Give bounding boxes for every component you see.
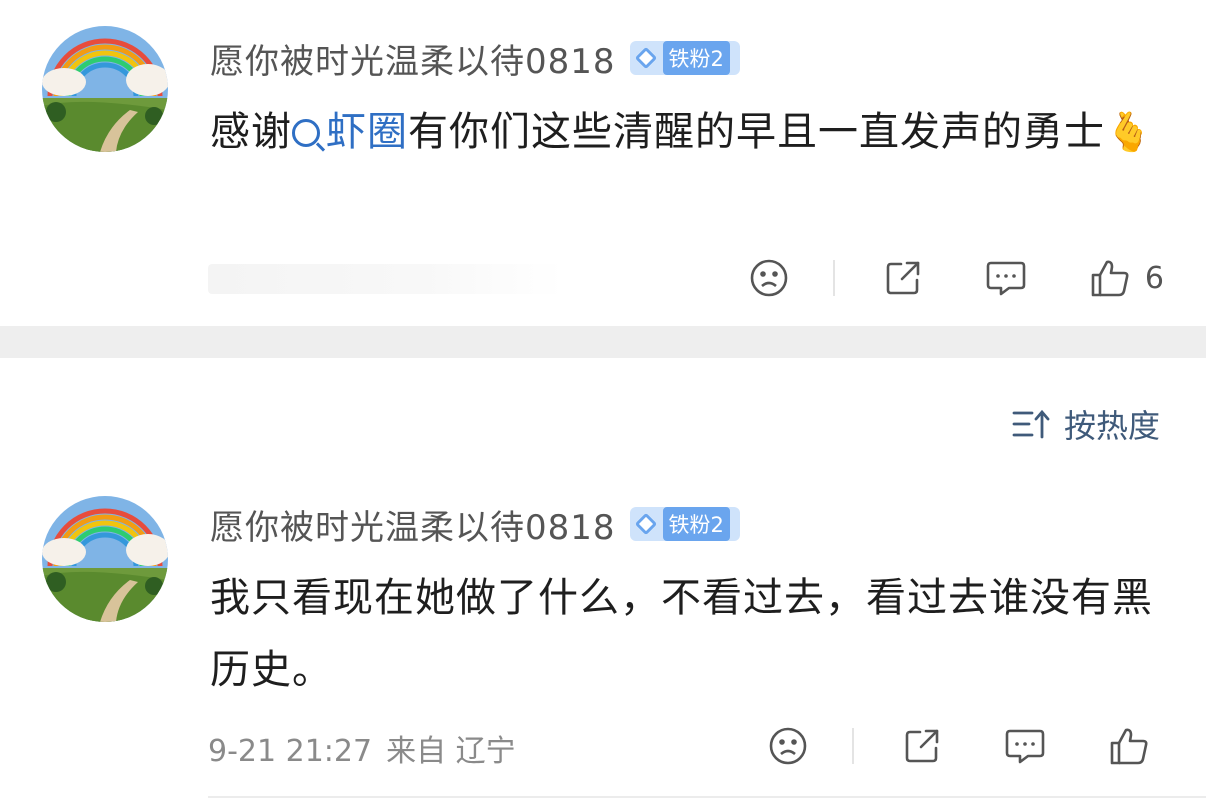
username[interactable]: 愿你被时光温柔以待0818 bbox=[210, 500, 616, 549]
comment-bubble-icon bbox=[986, 261, 1026, 296]
section-divider bbox=[0, 326, 1206, 358]
comment-text-before: 感谢 bbox=[210, 109, 292, 155]
thumbs-up-icon bbox=[1110, 728, 1148, 765]
comment-time: 9-21 21:27 bbox=[208, 734, 373, 769]
share-button[interactable] bbox=[883, 258, 923, 298]
topic-link-label: 虾圈 bbox=[326, 109, 408, 155]
finger-heart-emoji: 🫰 bbox=[1105, 110, 1154, 154]
fan-badge[interactable]: 铁粉2 bbox=[629, 41, 740, 75]
sad-face-icon bbox=[750, 259, 788, 297]
comment-source: 来自 辽宁 bbox=[386, 734, 516, 769]
action-divider bbox=[832, 260, 835, 296]
comment-text: 我只看现在她做了什么，不看过去，看过去谁没有黑历史。 bbox=[210, 575, 1153, 693]
sad-face-icon bbox=[769, 727, 807, 765]
share-icon bbox=[886, 261, 920, 295]
like-count: 6 bbox=[1144, 260, 1164, 296]
comment-bubble-icon bbox=[1005, 729, 1045, 764]
dislike-button[interactable] bbox=[768, 726, 808, 766]
avatar[interactable] bbox=[42, 496, 168, 622]
fan-badge[interactable]: 铁粉2 bbox=[629, 507, 740, 541]
username-row: 愿你被时光温柔以待0818 铁粉2 bbox=[210, 34, 740, 83]
thumbs-up-icon bbox=[1091, 260, 1129, 297]
search-icon bbox=[292, 119, 320, 147]
dislike-button[interactable] bbox=[749, 258, 789, 298]
username[interactable]: 愿你被时光温柔以待0818 bbox=[210, 34, 616, 83]
username-row: 愿你被时光温柔以待0818 铁粉2 bbox=[210, 500, 740, 549]
comment-meta: 9-21 21:27 来自 辽宁 bbox=[208, 726, 516, 770]
diamond-icon bbox=[634, 512, 657, 536]
action-bar: 6 bbox=[701, 256, 1164, 300]
avatar[interactable] bbox=[42, 26, 168, 152]
action-bar bbox=[720, 724, 1164, 768]
share-button[interactable] bbox=[902, 726, 942, 766]
redacted-meta-bar bbox=[208, 264, 564, 294]
comment-button[interactable] bbox=[985, 258, 1027, 298]
comment-item-1: 愿你被时光温柔以待0818 铁粉2 感谢 虾圈有你们这些清醒的早且一直发声的勇士🫰 bbox=[0, 0, 1206, 326]
comment-text: 感谢 虾圈有你们这些清醒的早且一直发声的勇士🫰 bbox=[210, 96, 1170, 168]
comment-item-2: 愿你被时光温柔以待0818 铁粉2 我只看现在她做了什么，不看过去，看过去谁没有… bbox=[0, 358, 1206, 806]
like-button[interactable] bbox=[1108, 725, 1164, 767]
share-icon bbox=[905, 729, 939, 763]
diamond-icon bbox=[634, 46, 657, 70]
comment-button[interactable] bbox=[1004, 726, 1046, 766]
bottom-divider bbox=[208, 796, 1206, 798]
action-divider bbox=[852, 728, 854, 764]
comment-text-after: 有你们这些清醒的早且一直发声的勇士 bbox=[408, 109, 1105, 155]
fan-badge-label: 铁粉2 bbox=[662, 41, 730, 75]
like-button[interactable]: 6 bbox=[1089, 257, 1164, 299]
fan-badge-label: 铁粉2 bbox=[662, 507, 730, 541]
topic-link[interactable]: 虾圈 bbox=[292, 109, 408, 155]
